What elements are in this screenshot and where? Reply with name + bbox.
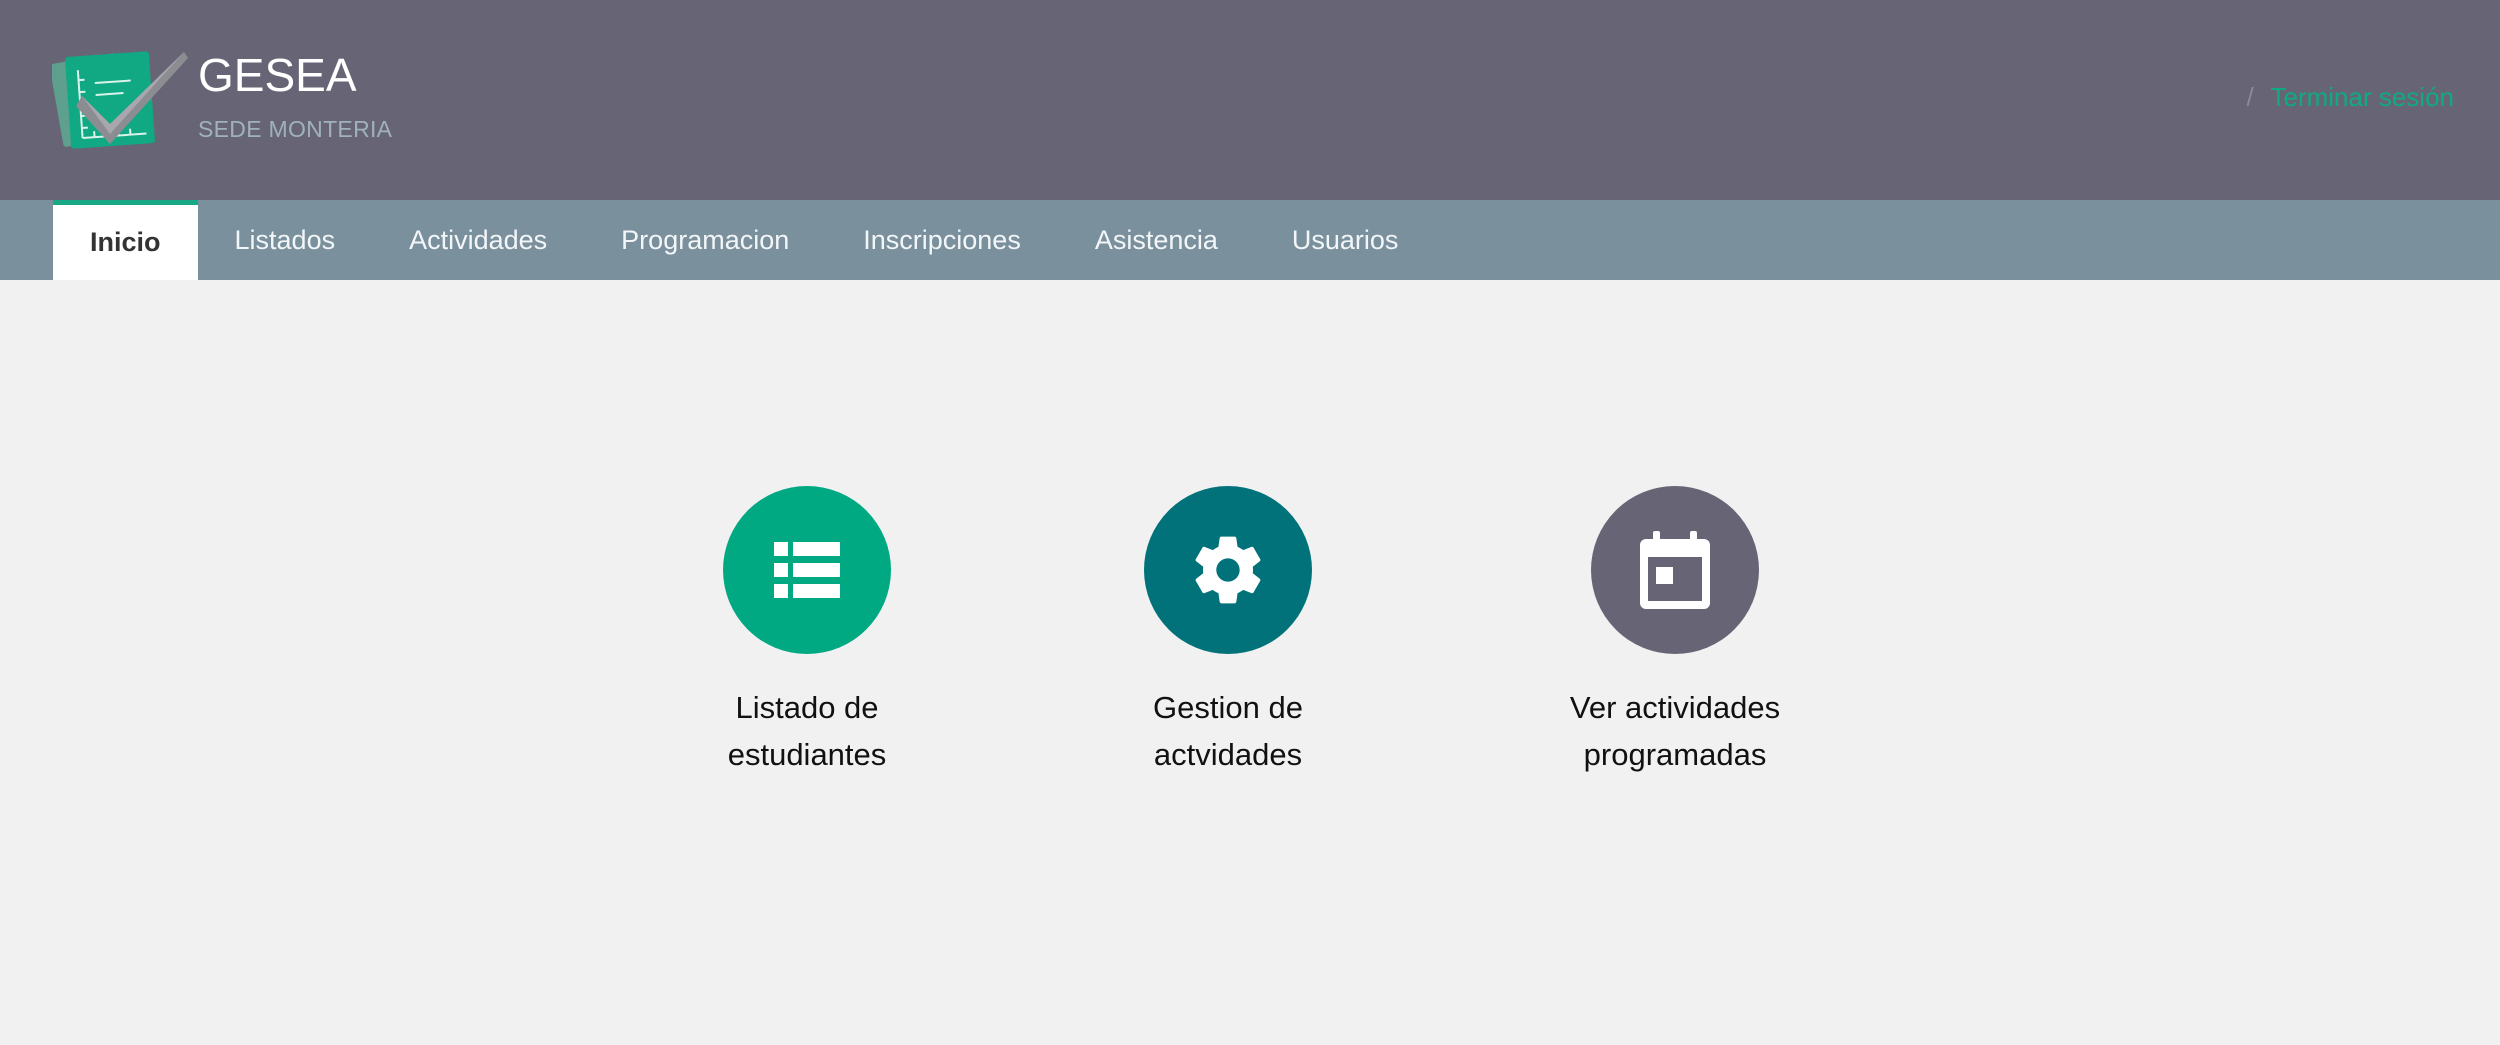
app-logo-icon [52,51,188,149]
gear-icon [1195,536,1261,604]
tile-activity-management[interactable]: Gestion de actvidades [1078,486,1378,778]
calendar-icon [1640,531,1710,609]
list-icon [774,542,840,598]
nav-tab-usuarios[interactable]: Usuarios [1255,200,1436,280]
nav-tab-listados[interactable]: Listados [198,200,373,280]
tile-student-list[interactable]: Listado de estudiantes [657,486,957,778]
tile-activity-management-circle[interactable] [1144,486,1312,654]
tile-scheduled-activities[interactable]: Ver actividades programadas [1525,486,1825,778]
tile-activity-management-label: Gestion de actvidades [1153,690,1303,772]
logout-separator: / [2246,82,2254,112]
logout-link[interactable]: Terminar sesión [2270,82,2454,112]
nav-tab-inscripciones[interactable]: Inscripciones [826,200,1058,280]
main-nav: Inicio Listados Actividades Programacion… [0,200,2500,280]
brand-title: GESEA [198,49,357,101]
tile-student-list-circle[interactable] [723,486,891,654]
nav-tab-asistencia[interactable]: Asistencia [1058,200,1255,280]
nav-tabs: Inicio Listados Actividades Programacion… [53,200,1435,280]
tile-scheduled-activities-circle[interactable] [1591,486,1759,654]
dashboard-tiles: Listado de estudiantes Gestion de actvid… [0,280,2500,1045]
tile-scheduled-activities-label: Ver actividades programadas [1569,690,1781,772]
tile-student-list-label: Listado de estudiantes [727,690,887,772]
nav-tab-inicio[interactable]: Inicio [53,200,198,280]
brand-subtitle: SEDE MONTERIA [198,116,393,142]
logout-area: / Terminar sesión [2246,84,2454,110]
nav-tab-actividades[interactable]: Actividades [372,200,584,280]
app-header: GESEA SEDE MONTERIA / Terminar sesión [0,0,2500,200]
nav-tab-programacion[interactable]: Programacion [584,200,826,280]
